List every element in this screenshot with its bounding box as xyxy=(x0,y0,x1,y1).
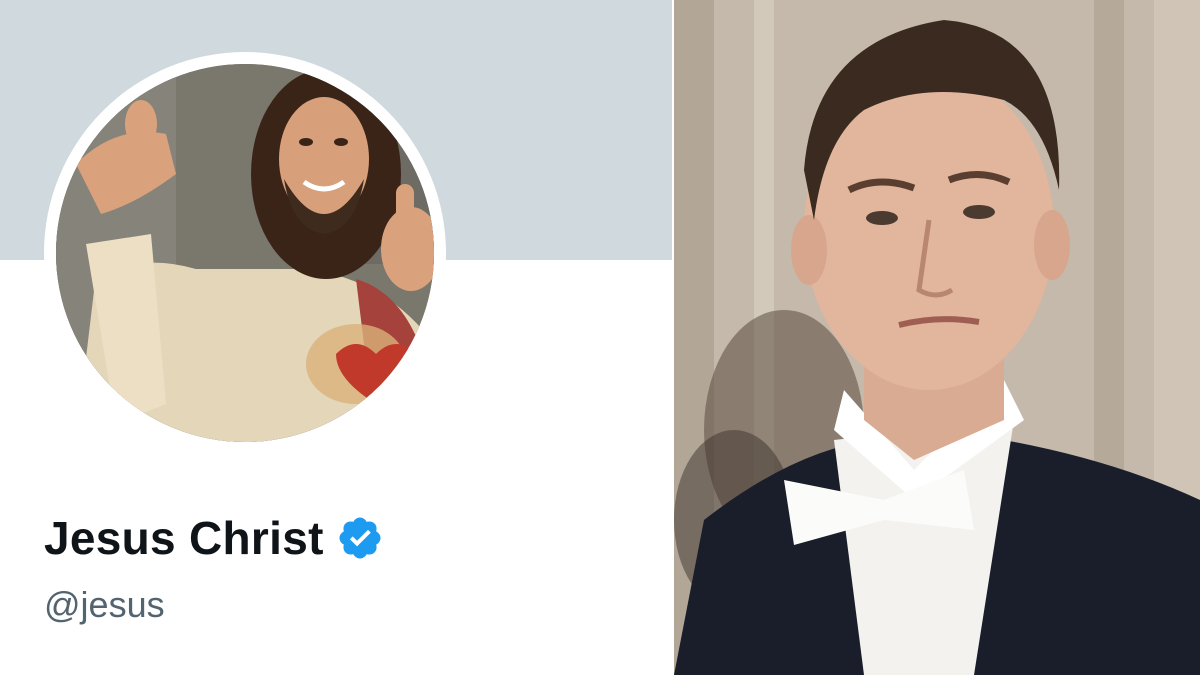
name-row: Jesus Christ xyxy=(44,508,384,568)
profile-handle: @jesus xyxy=(44,584,165,625)
avatar[interactable] xyxy=(56,64,434,442)
verified-check-icon[interactable] xyxy=(336,514,384,562)
portrait-photo xyxy=(674,0,1200,675)
profile-card: Jesus Christ @jesus xyxy=(0,0,674,675)
display-name: Jesus Christ xyxy=(44,512,324,564)
portrait-image xyxy=(674,0,1200,675)
avatar-image xyxy=(56,64,434,442)
